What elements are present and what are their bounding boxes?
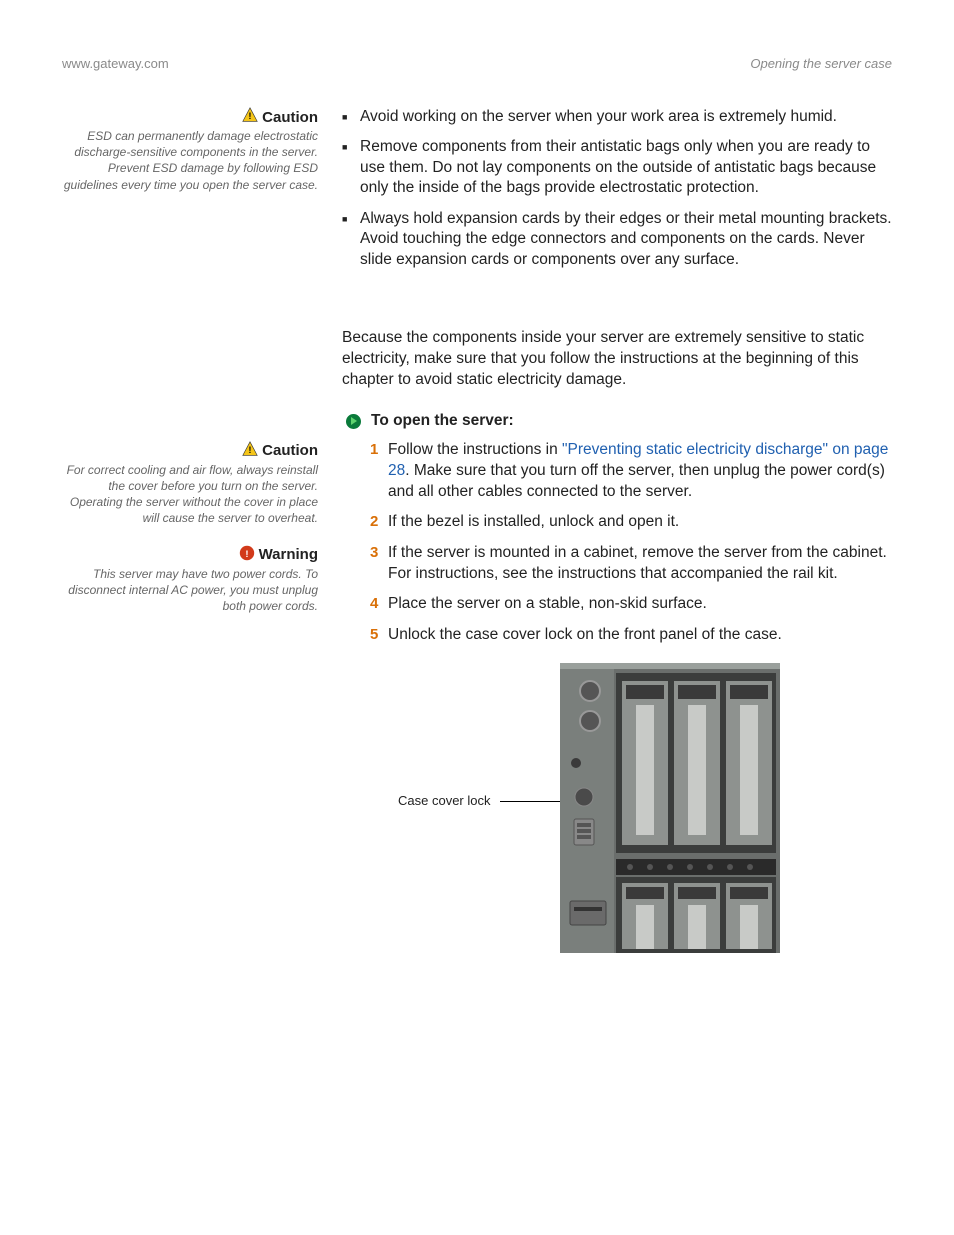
figure-callout: Case cover lock — [398, 793, 560, 808]
bullet-item: Always hold expansion cards by their edg… — [342, 209, 892, 270]
step-item: 1 Follow the instructions in "Preventing… — [370, 440, 892, 502]
header-url: www.gateway.com — [62, 56, 169, 71]
page-header: www.gateway.com Opening the server case — [62, 56, 892, 71]
main-content: Avoid working on the server when your wo… — [342, 107, 892, 953]
server-front-panel-image — [560, 663, 780, 953]
step-item: 5Unlock the case cover lock on the front… — [370, 625, 892, 646]
warning-text: This server may have two power cords. To… — [62, 566, 318, 615]
caution-icon: ! — [242, 441, 258, 461]
intro-paragraph: Because the components inside your serve… — [342, 328, 892, 390]
caution-note-2: ! Caution For correct cooling and air fl… — [62, 441, 318, 527]
task-heading: To open the server: — [346, 412, 892, 430]
caution-text-2: For correct cooling and air flow, always… — [62, 462, 318, 527]
step-text: If the bezel is installed, unlock and op… — [388, 513, 679, 530]
step-text: Unlock the case cover lock on the front … — [388, 626, 782, 643]
svg-text:!: ! — [249, 111, 252, 121]
step-item: 3If the server is mounted in a cabinet, … — [370, 543, 892, 584]
bullet-item: Remove components from their antistatic … — [342, 137, 892, 198]
sidebar: ! Caution ESD can permanently damage ele… — [62, 107, 318, 953]
header-section: Opening the server case — [750, 56, 892, 71]
caution-label: Caution — [262, 442, 318, 459]
step-list: 1 Follow the instructions in "Preventing… — [342, 440, 892, 645]
step-text: Place the server on a stable, non-skid s… — [388, 595, 707, 612]
step-item: 4Place the server on a stable, non-skid … — [370, 594, 892, 615]
warning-note: ! Warning This server may have two power… — [62, 545, 318, 615]
caution-icon: ! — [242, 107, 258, 127]
bullet-item: Avoid working on the server when your wo… — [342, 107, 892, 127]
step-text: If the server is mounted in a cabinet, r… — [388, 544, 887, 582]
caution-label: Caution — [262, 109, 318, 126]
step-item: 2If the bezel is installed, unlock and o… — [370, 512, 892, 533]
caution-note-1: ! Caution ESD can permanently damage ele… — [62, 107, 318, 193]
callout-label: Case cover lock — [398, 793, 490, 808]
step-text-pre: Follow the instructions in — [388, 441, 562, 458]
warning-icon: ! — [239, 545, 255, 565]
figure: Case cover lock — [342, 663, 892, 953]
bullet-list: Avoid working on the server when your wo… — [342, 107, 892, 270]
caution-text-1: ESD can permanently damage electrostatic… — [62, 128, 318, 193]
task-title: To open the server: — [371, 412, 514, 430]
warning-label: Warning — [259, 546, 318, 563]
play-icon — [346, 414, 361, 429]
svg-text:!: ! — [245, 549, 248, 560]
callout-leader-line — [500, 801, 560, 802]
svg-text:!: ! — [249, 445, 252, 455]
step-text-post: . Make sure that you turn off the server… — [388, 462, 885, 500]
